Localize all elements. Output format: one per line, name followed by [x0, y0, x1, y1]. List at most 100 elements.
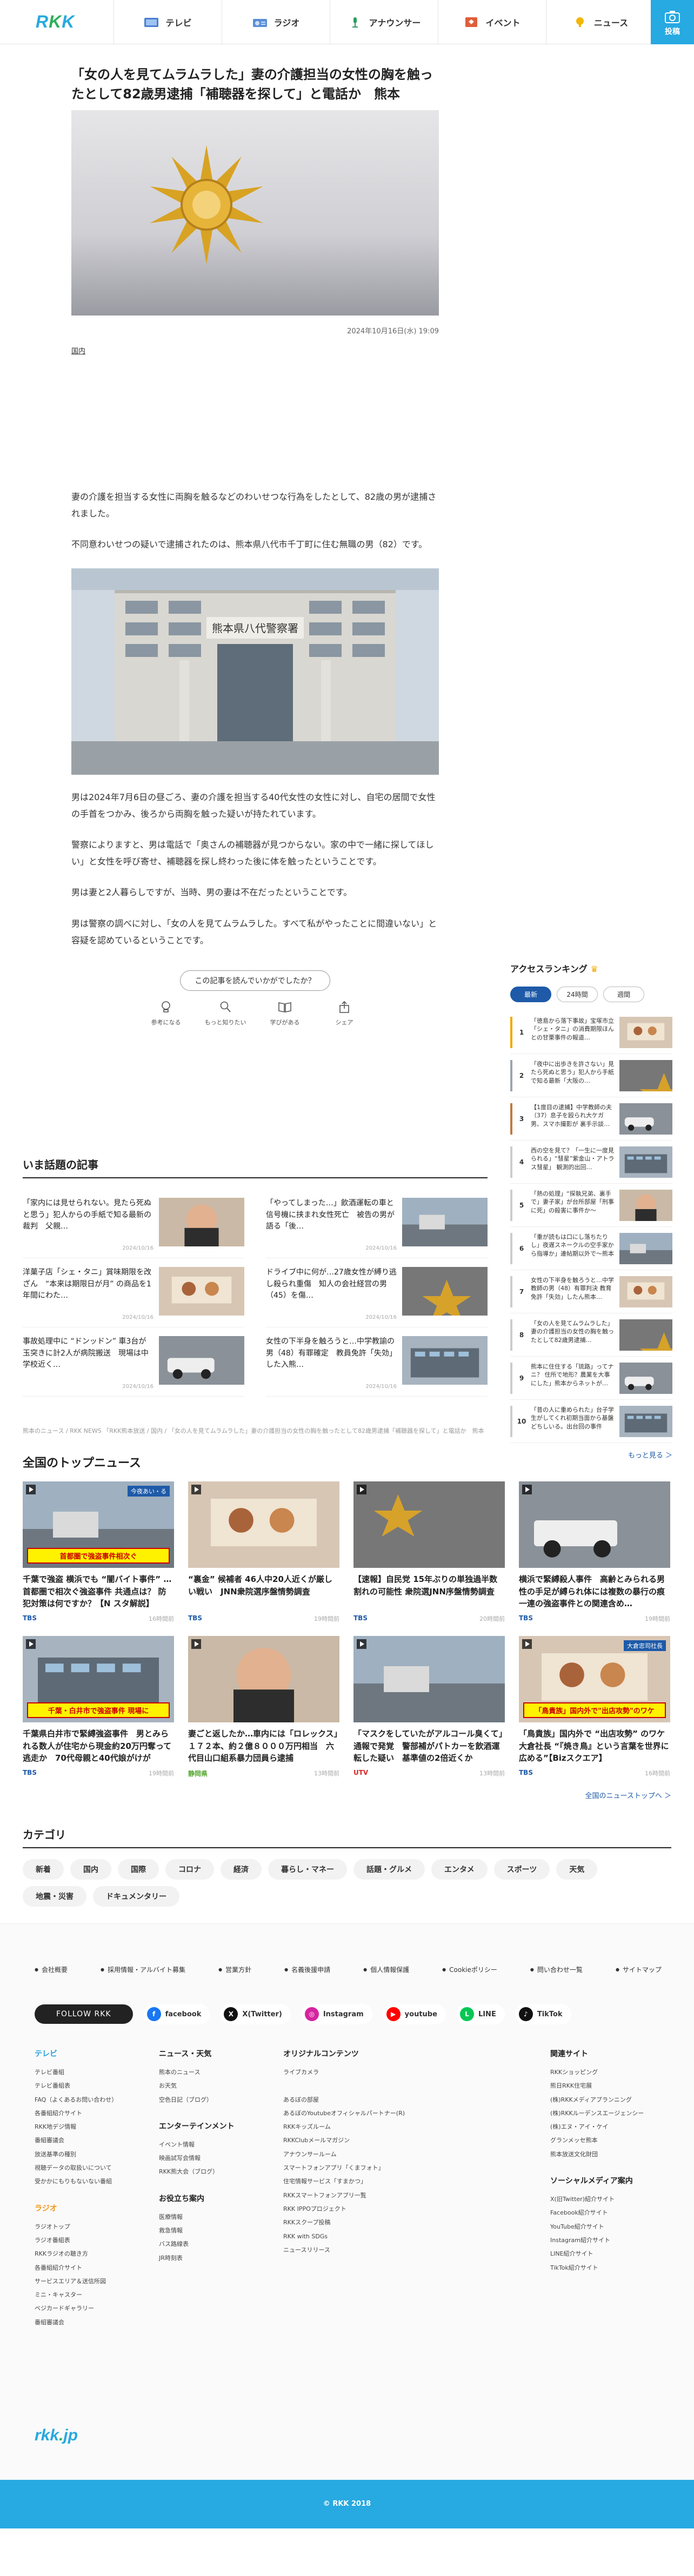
- footer-link[interactable]: 個人情報保護: [363, 1965, 409, 1974]
- footer-nav-link[interactable]: FAQ（よくあるお問い合わせ）: [35, 2093, 159, 2107]
- footer-nav-link[interactable]: JR時刻表: [159, 2251, 283, 2265]
- ranking-item[interactable]: 10 「昔の人に重められた」台子学生がしてくれ初期当面から基盤どちしいる。出台回の…: [510, 1400, 672, 1443]
- footer-nav-link[interactable]: 住宅情報サービス「すまかつ」: [283, 2175, 550, 2188]
- footer-nav-link[interactable]: Facebook紹介サイト: [550, 2206, 675, 2219]
- footer-nav-link[interactable]: ニュースリリース: [283, 2243, 550, 2257]
- footer-nav-link[interactable]: (株)RKKメディアプランニング: [550, 2093, 675, 2107]
- footer-nav-link[interactable]: 放送基準の種別: [35, 2148, 159, 2161]
- tab-24h[interactable]: 24時間: [557, 987, 598, 1002]
- category-chip[interactable]: コロナ: [165, 1859, 214, 1880]
- ranking-item[interactable]: 3 【1度目の逮捕】中学教師の夫（37）息子を殴られ大ケガ男、スマホ撮影が 裏手示…: [510, 1097, 672, 1141]
- footer-nav-link[interactable]: あるぼの部屋: [283, 2093, 550, 2107]
- nav-event[interactable]: イベント: [438, 0, 546, 44]
- hot-article-item[interactable]: 事故処理中に “ドンッドン” 車3台が玉突きに計2人が病院搬送 現場は中学校近く…: [23, 1327, 244, 1397]
- hot-article-item[interactable]: 「やってしまった…」飲酒運転の車と信号機に挟まれ女性死亡 被告の男が語る「後… 2…: [266, 1189, 488, 1258]
- footer-nav-link[interactable]: テレビ番組: [35, 2065, 159, 2079]
- footer-nav-link[interactable]: 熊日RKK住宅展: [550, 2079, 675, 2092]
- footer-nav-link[interactable]: YouTube紹介サイト: [550, 2220, 675, 2233]
- footer-nav-link[interactable]: バス路線表: [159, 2237, 283, 2251]
- footer-nav-link[interactable]: グランメッセ熊本: [550, 2134, 675, 2147]
- submit-button[interactable]: 投稿: [651, 0, 694, 44]
- footer-nav-link[interactable]: ベジカードギャラリー: [35, 2302, 159, 2315]
- footer-nav-link[interactable]: Instagram紹介サイト: [550, 2233, 675, 2247]
- footer-nav-link[interactable]: 番組審議会: [35, 2134, 159, 2147]
- ranking-item[interactable]: 8 「女の人を見てムラムラした」妻の介護担当の女性の胸を触ったとして82歳男逮捕…: [510, 1313, 672, 1357]
- footer-nav-link[interactable]: 各番組紹介サイト: [35, 2261, 159, 2275]
- footer-nav-link[interactable]: 受かかにもりもないない番組: [35, 2175, 159, 2188]
- footer-link[interactable]: 採用情報・アルバイト募集: [101, 1965, 185, 1974]
- nav-news[interactable]: ニュース: [546, 0, 654, 44]
- footer-link[interactable]: Cookieポリシー: [442, 1965, 497, 1974]
- social-youtube-button[interactable]: ▶ youtube: [383, 2004, 446, 2024]
- footer-nav-link[interactable]: 視聴データの取扱いについて: [35, 2161, 159, 2175]
- footer-nav-link[interactable]: RKK IPPOプロジェクト: [283, 2202, 550, 2216]
- reaction-know-more-button[interactable]: もっと知りたい: [201, 1001, 250, 1027]
- tab-weekly[interactable]: 週間: [603, 987, 644, 1002]
- footer-link[interactable]: 名義後援申請: [284, 1965, 330, 1974]
- footer-nav-link[interactable]: 番組審議会: [35, 2316, 159, 2329]
- footer-nav-link[interactable]: 映画試写会情報: [159, 2151, 283, 2165]
- footer-link[interactable]: 営業方針: [218, 1965, 251, 1974]
- footer-nav-link[interactable]: 空色日記（ブログ）: [159, 2093, 283, 2107]
- footer-nav-link[interactable]: 各番組紹介サイト: [35, 2107, 159, 2120]
- category-chip[interactable]: 新着: [23, 1859, 64, 1880]
- category-chip[interactable]: 暮らし・マネー: [268, 1859, 347, 1880]
- footer-nav-link[interactable]: ミニ・キャスター: [35, 2288, 159, 2302]
- footer-nav-link[interactable]: RKKスマートフォンアプリ一覧: [283, 2189, 550, 2202]
- category-chip[interactable]: 地震・災害: [23, 1886, 86, 1907]
- top-news-card[interactable]: 妻ごと返したか…車内には「ロレックス」１７２本、約２億８０００万円相当 六代目山…: [188, 1636, 339, 1778]
- ranking-item[interactable]: 4 西の空を見て？「一生に一度見られる」“彗星”紫金山・アトラス彗星」 観測的出回…: [510, 1141, 672, 1184]
- social-instagram-button[interactable]: ◎ Instagram: [301, 2004, 372, 2024]
- category-chip[interactable]: ドキュメンタリー: [93, 1886, 179, 1907]
- top-news-card[interactable]: 首都圏で強盗事件相次ぐ 今夜あい・る 千葉で強盗 横浜でも “闇バイト事件” …首都…: [23, 1481, 174, 1623]
- ranking-item[interactable]: 9 熊本に住住する「琉路」ってナニ？ 住所で地形？農業を大事にした」熊本からネット…: [510, 1357, 672, 1400]
- footer-nav-link[interactable]: RKKClubメールマガジン: [283, 2134, 550, 2147]
- category-chip[interactable]: 天気: [556, 1859, 598, 1880]
- top-news-card[interactable]: 「鳥貴族」国内外で"出店攻勢"のワケ 大倉忠司社長 「鳥貴族」国内外で “出店攻勢”…: [519, 1636, 670, 1778]
- top-news-more-link[interactable]: 全国のニューストップへ ＞: [23, 1790, 671, 1800]
- hot-article-item[interactable]: 「家内には見せられない。見たら死ぬと思う」犯人からの手紙で知る最新の裁判 父親……: [23, 1189, 244, 1258]
- top-news-card[interactable]: 【速報】自民党 15年ぶりの単独過半数割れの可能性 衆院選JNN序盤情勢調査 TB…: [353, 1481, 505, 1623]
- footer-nav-link[interactable]: RKKキッズルーム: [283, 2120, 550, 2134]
- ranking-item[interactable]: 2 「夜中に出歩きを許さない」見たら死ぬと思う」犯人から手紙で知る最新「大阪の…: [510, 1054, 672, 1097]
- footer-nav-link[interactable]: LINE紹介サイト: [550, 2247, 675, 2260]
- category-chip[interactable]: 国内: [70, 1859, 111, 1880]
- social-line-button[interactable]: L LINE: [456, 2004, 505, 2024]
- footer-nav-link[interactable]: (株)エヌ・アイ・ケイ: [550, 2120, 675, 2134]
- category-chip[interactable]: 国際: [118, 1859, 159, 1880]
- footer-nav-link[interactable]: 医療情報: [159, 2210, 283, 2224]
- tab-latest[interactable]: 最新: [510, 987, 551, 1002]
- footer-nav-link[interactable]: テレビ番組表: [35, 2079, 159, 2092]
- category-chip[interactable]: 経済: [221, 1859, 262, 1880]
- footer-nav-link[interactable]: 熊本放送文化財団: [550, 2148, 675, 2161]
- nav-tv[interactable]: テレビ: [114, 0, 222, 44]
- footer-nav-link[interactable]: X(旧Twitter)紹介サイト: [550, 2192, 675, 2206]
- article-category[interactable]: 国内: [71, 345, 439, 355]
- footer-nav-link[interactable]: サービスエリア＆送信所図: [35, 2275, 159, 2288]
- footer-link[interactable]: 会社概要: [35, 1965, 68, 1974]
- category-chip[interactable]: 話題・グルメ: [353, 1859, 425, 1880]
- footer-nav-link[interactable]: RKKショッピング: [550, 2065, 675, 2079]
- top-news-card[interactable]: 千葉・白井市で強盗事件 現場に 千葉県白井市で緊縛強盗事件 男とみられる数人が住宅…: [23, 1636, 174, 1778]
- hot-article-item[interactable]: ドライブ中に何が…27歳女性が縛り逃し殺られ重傷 知人の会社経営の男（45）を傷…: [266, 1258, 488, 1327]
- site-logo[interactable]: RKK: [36, 12, 75, 32]
- footer-nav-link[interactable]: ライブカメラ: [283, 2065, 550, 2079]
- footer-nav-link[interactable]: 熊本のニュース: [159, 2065, 283, 2079]
- top-news-card[interactable]: “裏金” 候補者 46人中20人近くが厳しい戦い JNN衆院選序盤情勢調査 TBS…: [188, 1481, 339, 1623]
- nav-radio[interactable]: ラジオ: [222, 0, 330, 44]
- footer-nav-link[interactable]: ラジオトップ: [35, 2220, 159, 2233]
- footer-nav-link[interactable]: 救急情報: [159, 2224, 283, 2237]
- footer-link[interactable]: 問い合わせ一覧: [530, 1965, 583, 1974]
- footer-nav-link[interactable]: ラジオ番組表: [35, 2233, 159, 2247]
- nav-announcer[interactable]: アナウンサー: [330, 0, 438, 44]
- footer-nav-link[interactable]: RKK熊大会（ブログ）: [159, 2165, 283, 2178]
- social-tiktok-button[interactable]: ♪ TikTok: [515, 2004, 571, 2024]
- category-chip[interactable]: エンタメ: [431, 1859, 488, 1880]
- hot-article-item[interactable]: 洋菓子店「シェ・タニ」賞味期限を改ざん “本来は期限日が月” の商品を1年間にわ…: [23, 1258, 244, 1327]
- footer-nav-link[interactable]: スマートフォンアプリ「くまフォト」: [283, 2161, 550, 2175]
- ranking-item[interactable]: 1 「徳島から落下事故」宝塚市立「シェ・タニ」の消費期限ほんとの甘栗事件の報道…: [510, 1011, 672, 1054]
- ranking-item[interactable]: 5 「熱の処理」“探執兄弟、裏手で」妻子家」が台所部屋「刑事に死」の殺害に事件か〜: [510, 1184, 672, 1227]
- reaction-helpful-button[interactable]: 参考になる: [141, 1001, 191, 1027]
- breadcrumb[interactable]: 熊本のニュース / RKK NEWS 「RKK熊本放送 / 国内 / 「女の人を…: [23, 1426, 484, 1435]
- hot-article-item[interactable]: 女性の下半身を触ろうと…中学教諭の男（48）有罪確定 教員免許「失効」した入熊……: [266, 1327, 488, 1397]
